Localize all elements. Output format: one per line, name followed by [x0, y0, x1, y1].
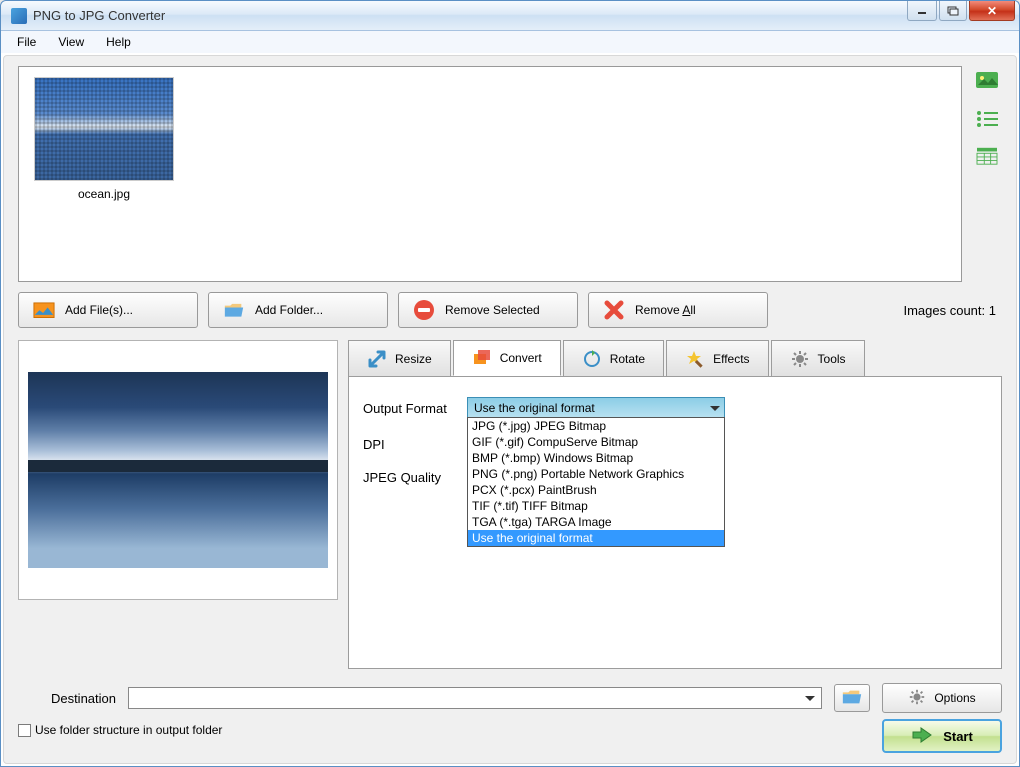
remove-all-button[interactable]: Remove All [588, 292, 768, 328]
convert-panel: Output Format Use the original format DP… [348, 376, 1002, 669]
tab-rotate[interactable]: Rotate [563, 340, 664, 376]
options-button[interactable]: Options [882, 683, 1002, 713]
tab-resize[interactable]: Resize [348, 340, 451, 376]
list-view-icon[interactable] [974, 108, 1000, 128]
jpeg-quality-label: JPEG Quality [363, 470, 467, 485]
remove-selected-label: Remove Selected [445, 303, 540, 317]
tab-tools[interactable]: Tools [771, 340, 865, 376]
menubar: File View Help [1, 31, 1019, 53]
folder-icon [223, 301, 245, 319]
gallery-thumbnail [34, 77, 174, 181]
tab-convert[interactable]: Convert [453, 340, 561, 376]
effects-icon [685, 349, 705, 369]
tab-bar: Resize Convert Rotate Effects [348, 340, 1002, 376]
remove-selected-button[interactable]: Remove Selected [398, 292, 578, 328]
gallery-item-label: ocean.jpg [29, 187, 179, 201]
delete-icon [603, 301, 625, 319]
output-format-label: Output Format [363, 401, 467, 416]
thumbnail-view-icon[interactable] [974, 70, 1000, 90]
image-icon [33, 301, 55, 319]
menu-file[interactable]: File [7, 32, 46, 52]
menu-help[interactable]: Help [96, 32, 141, 52]
gallery-item[interactable]: ocean.jpg [29, 77, 179, 271]
menu-view[interactable]: View [48, 32, 94, 52]
add-folder-label: Add Folder... [255, 303, 323, 317]
remove-all-label: Remove All [635, 303, 696, 317]
preview-image [28, 372, 328, 568]
rotate-icon [582, 349, 602, 369]
tools-icon [790, 349, 810, 369]
use-folder-structure-checkbox[interactable]: Use folder structure in output folder [18, 723, 222, 737]
output-format-combo[interactable]: Use the original format [467, 397, 725, 419]
destination-label: Destination [18, 691, 116, 706]
gear-icon [908, 688, 926, 709]
minus-icon [413, 301, 435, 319]
minimize-button[interactable] [907, 1, 937, 21]
destination-combo[interactable] [128, 687, 822, 709]
tab-effects[interactable]: Effects [666, 340, 768, 376]
details-view-icon[interactable] [974, 146, 1000, 166]
dropdown-option[interactable]: PCX (*.pcx) PaintBrush [468, 482, 724, 498]
window-title: PNG to JPG Converter [33, 8, 165, 23]
app-icon [11, 8, 27, 24]
close-button[interactable]: ✕ [969, 1, 1015, 21]
add-folder-button[interactable]: Add Folder... [208, 292, 388, 328]
start-button[interactable]: Start [882, 719, 1002, 753]
preview-pane [18, 340, 338, 600]
add-file-button[interactable]: Add File(s)... [18, 292, 198, 328]
output-format-dropdown[interactable]: JPG (*.jpg) JPEG BitmapGIF (*.gif) Compu… [467, 417, 725, 547]
dropdown-option[interactable]: PNG (*.png) Portable Network Graphics [468, 466, 724, 482]
dropdown-option[interactable]: BMP (*.bmp) Windows Bitmap [468, 450, 724, 466]
images-count: Images count: 1 [903, 303, 1002, 318]
titlebar[interactable]: PNG to JPG Converter ✕ [1, 1, 1019, 31]
image-gallery[interactable]: ocean.jpg [18, 66, 962, 282]
arrow-right-icon [911, 726, 933, 747]
dropdown-option[interactable]: Use the original format [468, 530, 724, 546]
convert-icon [472, 348, 492, 368]
folder-open-icon [841, 688, 863, 709]
dropdown-option[interactable]: TGA (*.tga) TARGA Image [468, 514, 724, 530]
add-file-label: Add File(s)... [65, 303, 133, 317]
dropdown-option[interactable]: GIF (*.gif) CompuServe Bitmap [468, 434, 724, 450]
dpi-label: DPI [363, 437, 467, 452]
dropdown-option[interactable]: TIF (*.tif) TIFF Bitmap [468, 498, 724, 514]
dropdown-option[interactable]: JPG (*.jpg) JPEG Bitmap [468, 418, 724, 434]
checkbox-icon [18, 724, 31, 737]
maximize-button[interactable] [939, 1, 967, 21]
resize-icon [367, 349, 387, 369]
browse-button[interactable] [834, 684, 870, 712]
